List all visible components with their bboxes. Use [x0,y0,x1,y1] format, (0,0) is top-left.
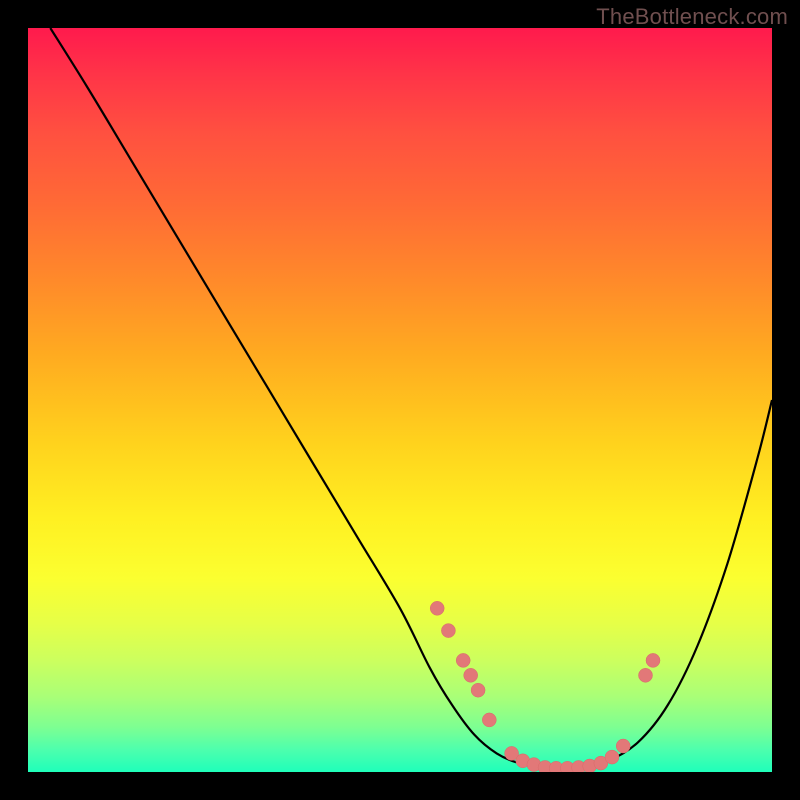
data-point [605,750,619,764]
bottleneck-curve [50,28,772,768]
data-point [471,683,485,697]
data-point [482,713,496,727]
data-point [456,653,470,667]
data-point [646,653,660,667]
data-point [639,668,653,682]
plot-area [28,28,772,772]
data-point [441,624,455,638]
chart-frame: TheBottleneck.com [0,0,800,800]
scatter-dots [430,601,660,772]
watermark-text: TheBottleneck.com [596,4,788,30]
data-point [616,739,630,753]
data-point [430,601,444,615]
data-point [464,668,478,682]
chart-svg [28,28,772,772]
